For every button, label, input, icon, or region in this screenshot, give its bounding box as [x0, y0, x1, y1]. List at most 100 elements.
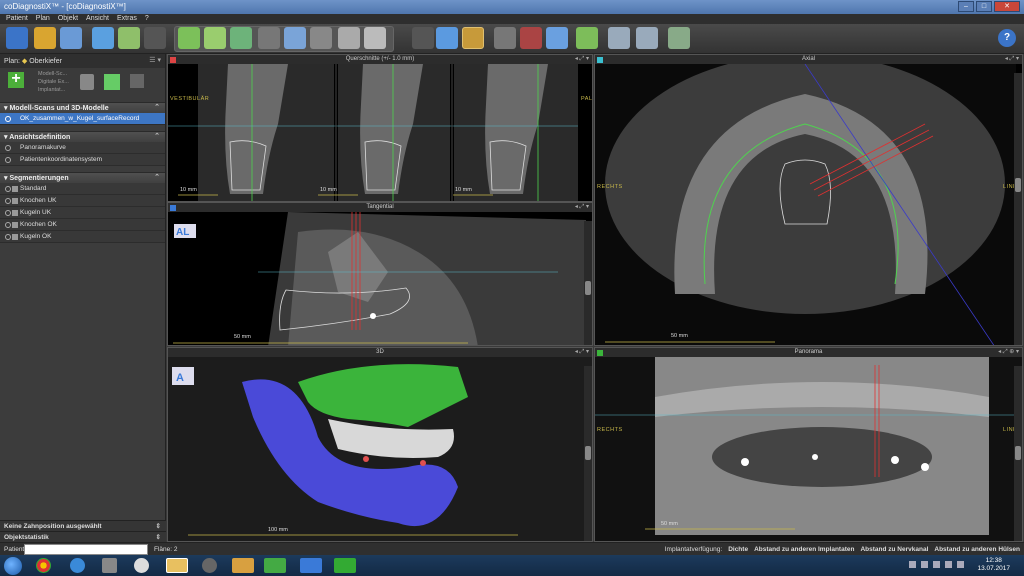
- svg-text:AL: AL: [176, 227, 189, 238]
- action-model-scan[interactable]: Modell-Sc...: [38, 70, 69, 78]
- list-item-panorama-curve[interactable]: Panoramakurve: [0, 142, 165, 154]
- list-item-label: Kugeln UK: [20, 209, 52, 216]
- density-button[interactable]: Dichte: [728, 546, 748, 553]
- view-header: Querschnitte (+/- 1.0 mm) ◂ ⤢ ▾: [168, 55, 592, 64]
- view-controls-icon[interactable]: ◂ ⤢ ⊕ ▾: [998, 348, 1019, 357]
- view-controls-icon[interactable]: ◂ ⤢ ▾: [575, 55, 589, 64]
- view-header: Panorama ◂ ⤢ ⊕ ▾: [595, 348, 1022, 357]
- help-icon[interactable]: ?: [998, 29, 1016, 47]
- list-item-kugeln-uk[interactable]: Kugeln UK: [0, 207, 165, 219]
- view-controls-icon[interactable]: ◂ ⤢ ▾: [575, 348, 589, 357]
- implant-tool-icon[interactable]: [284, 27, 306, 49]
- menu-plan[interactable]: Plan: [36, 14, 50, 24]
- patient-field[interactable]: [24, 544, 148, 555]
- transfer-icon[interactable]: [118, 27, 140, 49]
- sleeve-tool-icon[interactable]: [310, 27, 332, 49]
- tooth-position-bar[interactable]: Keine Zahnposition ausgewählt ⇕: [0, 520, 166, 531]
- guide-tool-icon[interactable]: [364, 27, 386, 49]
- 3d-model-render: A 100 mm: [168, 357, 592, 541]
- scan-tool-icon[interactable]: [338, 27, 360, 49]
- section-view-definition[interactable]: ▾ Ansichtsdefinition ⌃: [0, 131, 165, 142]
- chrome-icon[interactable]: [36, 558, 51, 573]
- plan-value: Oberkiefer: [29, 58, 62, 65]
- section-title: Segmentierungen: [9, 175, 69, 182]
- panorama-view[interactable]: Panorama ◂ ⤢ ⊕ ▾ 50 mm RECHTS LINKS: [594, 347, 1023, 542]
- axial-image: 50 mm RECHTS LINKS: [595, 64, 1022, 345]
- tooth-settings-icon[interactable]: [608, 27, 630, 49]
- add-icon[interactable]: +: [8, 71, 24, 88]
- implant-distance-button[interactable]: Abstand zu anderen Implantaten: [754, 546, 854, 553]
- nerve-distance-button[interactable]: Abstand zu Nervkanal: [860, 546, 928, 553]
- panorama-curve-icon[interactable]: [462, 27, 484, 49]
- view-controls-icon[interactable]: ◂ ⤢ ▾: [575, 203, 589, 212]
- camera-icon[interactable]: [202, 558, 217, 573]
- stamp-icon[interactable]: [668, 27, 690, 49]
- delete-icon[interactable]: [80, 74, 94, 90]
- check-icon[interactable]: [104, 74, 120, 90]
- action-digital-ex[interactable]: Digitale Ex...: [38, 78, 69, 86]
- tangential-view[interactable]: Tangential ◂ ⤢ ▾ AL 50 mm: [167, 202, 593, 346]
- box-icon[interactable]: [546, 27, 568, 49]
- export-icon[interactable]: [92, 27, 114, 49]
- tooth-tool-icon[interactable]: [178, 27, 200, 49]
- layer-tool-icon[interactable]: [258, 27, 280, 49]
- back-icon[interactable]: [6, 27, 28, 49]
- maximize-button[interactable]: □: [976, 1, 992, 12]
- 3d-scrollbar[interactable]: [584, 366, 592, 541]
- clock[interactable]: 12:38 13.07.2017: [977, 557, 1010, 573]
- orientation-right: LINKS: [1003, 184, 1021, 191]
- tooth-position-label: Keine Zahnposition ausgewählt: [4, 523, 102, 530]
- panel-menu-icon[interactable]: ☰ ▾: [149, 56, 161, 64]
- object-statistics-bar[interactable]: Objektstatistik ⇕: [0, 531, 166, 542]
- media-icon[interactable]: [134, 558, 149, 573]
- menu-ansicht[interactable]: Ansicht: [86, 14, 109, 24]
- minimize-button[interactable]: –: [958, 1, 974, 12]
- nerve-icon[interactable]: [520, 27, 542, 49]
- move-icon: [412, 27, 434, 49]
- orientation-left: RECHTS: [597, 427, 623, 433]
- codiagnostix-task-icon[interactable]: [300, 558, 322, 573]
- ie-icon[interactable]: [70, 558, 85, 573]
- list-item-standard[interactable]: Standard: [0, 183, 165, 195]
- system-tray: [909, 561, 964, 568]
- list-item-label: Standard: [20, 185, 47, 192]
- view-title: Panorama: [794, 349, 823, 355]
- list-item-knochen-uk[interactable]: Knochen UK: [0, 195, 165, 207]
- panorama-scrollbar[interactable]: [1014, 366, 1022, 541]
- orientation-left: RECHTS: [597, 184, 622, 191]
- menu-patient[interactable]: Patient: [6, 14, 28, 24]
- cross-sections-view[interactable]: Querschnitte (+/- 1.0 mm) ◂ ⤢ ▾ 10 mm 10…: [167, 54, 593, 202]
- menu-objekt[interactable]: Objekt: [58, 14, 78, 24]
- sleeve-distance-button[interactable]: Abstand zu anderen Hülsen: [934, 546, 1020, 553]
- green-app-icon[interactable]: [334, 558, 356, 573]
- explorer-icon[interactable]: [166, 558, 188, 573]
- section-model-scans[interactable]: ▾ Modell-Scans und 3D-Modelle ⌃: [0, 102, 165, 113]
- list-item-coord-system[interactable]: Patientenkoordinatensystem: [0, 154, 165, 166]
- list-item-label: Kugeln OK: [20, 233, 52, 240]
- app-icon[interactable]: [102, 558, 117, 573]
- windows-app-icon[interactable]: [264, 558, 286, 573]
- action-implant[interactable]: Implantat...: [38, 86, 69, 94]
- view-controls-icon[interactable]: ◂ ⤢ ▾: [1005, 55, 1019, 64]
- close-button[interactable]: ✕: [994, 1, 1020, 12]
- folder-icon[interactable]: [34, 27, 56, 49]
- folder-task-icon[interactable]: [232, 558, 254, 573]
- model-tool-icon[interactable]: [204, 27, 226, 49]
- cube-view-icon[interactable]: [436, 27, 458, 49]
- list-item-kugeln-ok[interactable]: Kugeln OK: [0, 231, 165, 243]
- axial-scrollbar[interactable]: [1014, 73, 1022, 345]
- sphere-tool-icon[interactable]: [230, 27, 252, 49]
- menu-help[interactable]: ?: [145, 14, 149, 24]
- start-button[interactable]: [4, 557, 22, 575]
- axial-view[interactable]: Axial ◂ ⤢ ▾ 50 mm RECHTS LINKS: [594, 54, 1023, 346]
- list-item-knochen-ok[interactable]: Knochen OK: [0, 219, 165, 231]
- menu-extras[interactable]: Extras: [117, 14, 137, 24]
- 3d-view[interactable]: 3D ◂ ⤢ ▾ A 100 mm: [167, 347, 593, 542]
- tooth-settings-2-icon[interactable]: [636, 27, 658, 49]
- plan-selector[interactable]: Plan: ◆ Oberkiefer ☰ ▾: [0, 54, 165, 68]
- save-icon[interactable]: [60, 27, 82, 49]
- list-item-model[interactable]: OK_zusammen_w_Kugel_surfaceRecord: [0, 113, 165, 125]
- undo-icon[interactable]: [576, 27, 598, 49]
- measure-icon[interactable]: [494, 27, 516, 49]
- section-segmentations[interactable]: ▾ Segmentierungen ⌃: [0, 172, 165, 183]
